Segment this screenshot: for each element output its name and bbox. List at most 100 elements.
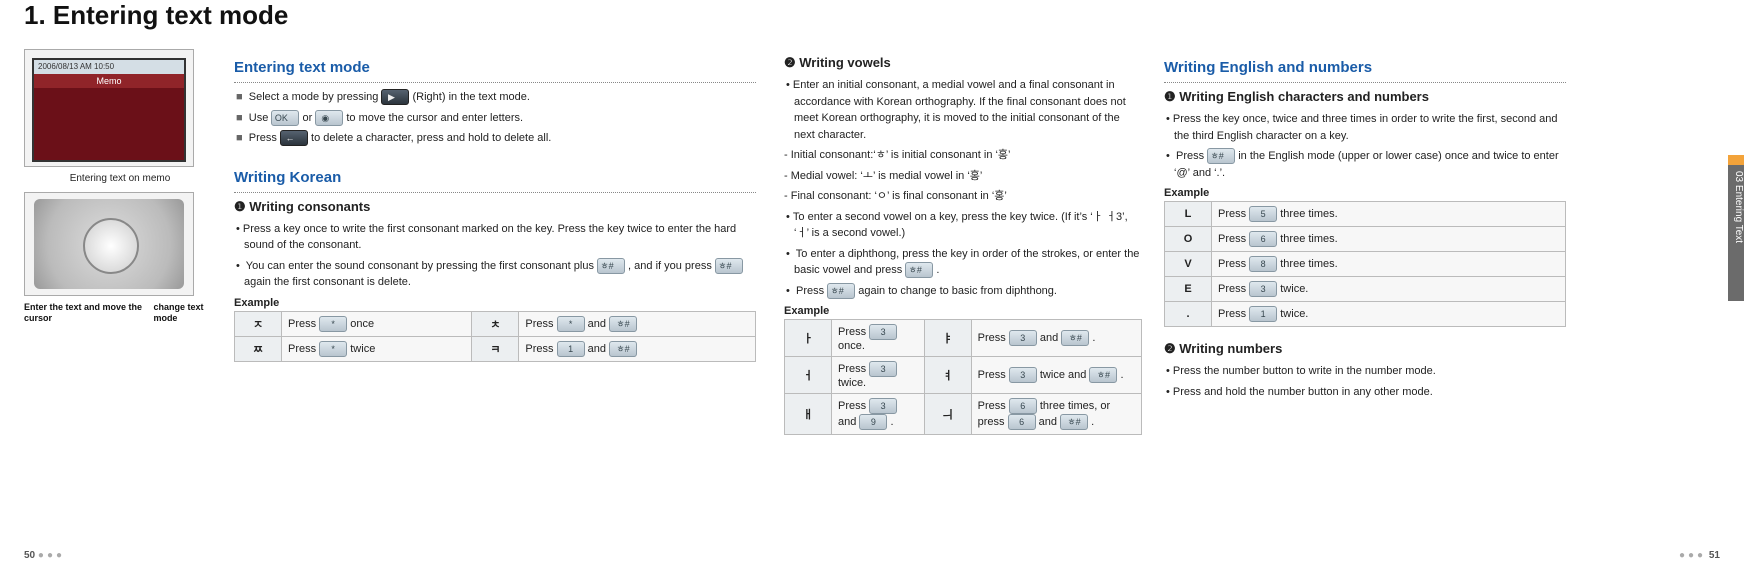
cell-char: ㅐ xyxy=(785,394,832,435)
cell-char: ㅕ xyxy=(924,357,971,394)
cell-char: . xyxy=(1165,302,1212,327)
cell-desc: Press 8 three times. xyxy=(1212,252,1566,277)
cell-char: ㅋ xyxy=(472,336,519,361)
text-fragment: three times. xyxy=(1277,258,1338,270)
dots-icon: ●●● xyxy=(1679,550,1706,561)
dots-icon: ●●● xyxy=(38,550,65,561)
phone-figure: 2006/08/13 AM 10:50 Memo xyxy=(24,49,194,167)
cell-desc: Press 6 three times. xyxy=(1212,227,1566,252)
table-row: EPress 3 twice. xyxy=(1165,277,1566,302)
three-key-icon: 3 xyxy=(869,361,897,377)
three-key-icon: 3 xyxy=(1249,281,1277,297)
three-key-icon: 3 xyxy=(1009,330,1037,346)
nine-key-icon: 9 xyxy=(859,414,887,430)
text-fragment: twice. xyxy=(1277,283,1308,295)
text-fragment: . xyxy=(933,264,939,276)
text-fragment: To enter a diphthong, press the key in o… xyxy=(794,248,1139,277)
english-example-table: LPress 5 three times. OPress 6 three tim… xyxy=(1164,201,1566,327)
example-label: Example xyxy=(234,297,756,309)
hash-key-icon: ㅎ# xyxy=(905,262,933,278)
cell-desc: Press 3 twice and ㅎ# . xyxy=(971,357,1141,394)
col-korean: Entering text mode Select a mode by pres… xyxy=(234,49,784,565)
text-fragment: Press xyxy=(249,132,280,144)
table-row: .Press 1 twice. xyxy=(1165,302,1566,327)
five-key-icon: 5 xyxy=(1249,206,1277,222)
three-key-icon: 3 xyxy=(869,398,897,414)
vow-p2: To enter a second vowel on a key, press … xyxy=(784,209,1142,242)
hash-key-icon: ㅎ# xyxy=(609,341,637,357)
dpad-figure xyxy=(24,192,194,296)
text-fragment: Press xyxy=(1218,283,1249,295)
text-fragment: twice xyxy=(347,342,375,354)
cell-desc: Press 6 three times, or press 6 and ㅎ# . xyxy=(971,394,1141,435)
text-fragment: Press xyxy=(978,332,1009,344)
col-vowels: ❷ Writing vowels Enter an initial conson… xyxy=(784,49,1164,565)
dpad-caption: Enter the text and move the cursor chang… xyxy=(24,302,216,324)
hash-key-icon: ㅎ# xyxy=(1207,148,1235,164)
eight-key-icon: 8 xyxy=(1249,256,1277,272)
six-key-icon: 6 xyxy=(1009,398,1037,414)
vow-p3: To enter a diphthong, press the key in o… xyxy=(784,246,1142,279)
consonant-example-table: ㅈ Press * once ㅊ Press * and ㅎ# ㅉ Press … xyxy=(234,311,756,362)
text-fragment: Press xyxy=(525,342,556,354)
star-key-icon: * xyxy=(557,316,585,332)
text-fragment: again to change to basic from diphthong. xyxy=(855,285,1057,297)
dpad-caption-right: change text mode xyxy=(153,302,216,324)
cell-char: ㅏ xyxy=(785,320,832,357)
eng-p2: Press ㅎ# in the English mode (upper or l… xyxy=(1164,148,1566,181)
vow-p4: Press ㅎ# again to change to basic from d… xyxy=(784,283,1142,300)
text-fragment: Press xyxy=(1218,208,1249,220)
text-fragment: Press xyxy=(838,400,869,412)
page-num-right: ●●● 51 xyxy=(1679,550,1720,561)
text-fragment: Press xyxy=(838,326,869,338)
cell-desc: Press 5 three times. xyxy=(1212,202,1566,227)
text-fragment: and xyxy=(838,416,859,428)
three-key-icon: 3 xyxy=(1009,367,1037,383)
table-row: ㅓ Press 3 twice. ㅕ Press 3 twice and ㅎ# … xyxy=(785,357,1142,394)
example-label: Example xyxy=(784,305,1142,317)
vow-d1: - Initial consonant:‘ㅎ’ is initial conso… xyxy=(784,147,1142,164)
line-use-cursor: Use OK or ◉ to move the cursor and enter… xyxy=(234,110,756,127)
cell-char: ㅑ xyxy=(924,320,971,357)
cell-desc: Press 1 and ㅎ# xyxy=(519,336,756,361)
cell-desc: Press * twice xyxy=(282,336,472,361)
hash-key-icon: ㅎ# xyxy=(1089,367,1117,383)
hash-key-icon: ㅎ# xyxy=(715,258,743,274)
cell-desc: Press 3 twice. xyxy=(832,357,925,394)
text-fragment: once xyxy=(347,317,374,329)
dpad-caption-left: Enter the text and move the cursor xyxy=(24,302,145,324)
one-key-icon: 1 xyxy=(1249,306,1277,322)
heading-enter-text-mode: Entering text mode xyxy=(234,59,756,83)
star-key-icon: * xyxy=(319,341,347,357)
one-key-icon: 1 xyxy=(557,341,585,357)
vowel-example-table: ㅏ Press 3 once. ㅑ Press 3 and ㅎ# . ㅓ Pre… xyxy=(784,319,1142,435)
cell-desc: Press 1 twice. xyxy=(1212,302,1566,327)
cell-char: ㅈ xyxy=(235,311,282,336)
hash-key-icon: ㅎ# xyxy=(609,316,637,332)
text-fragment: Press xyxy=(1218,233,1249,245)
table-row: ㅈ Press * once ㅊ Press * and ㅎ# xyxy=(235,311,756,336)
eng-p1: Press the key once, twice and three time… xyxy=(1164,111,1566,144)
cell-desc: Press 3 once. xyxy=(832,320,925,357)
col-english: Writing English and numbers ❶ Writing En… xyxy=(1164,49,1574,565)
jog-key-icon: ◉ xyxy=(315,110,343,126)
line-select-mode: Select a mode by pressing ▶ (Right) in t… xyxy=(234,89,756,106)
footer: 50 ●●● ●●● 51 xyxy=(24,550,1720,561)
vow-d2: - Medial vowel: ‘ㅗ’ is medial vowel in ‘… xyxy=(784,168,1142,185)
cell-char: ㅓ xyxy=(785,357,832,394)
text-fragment: again the first consonant is delete. xyxy=(244,276,411,288)
cell-char: ㅊ xyxy=(472,311,519,336)
six-key-icon: 6 xyxy=(1249,231,1277,247)
text-fragment: twice. xyxy=(838,377,866,389)
text-fragment: . xyxy=(1117,369,1123,381)
cell-desc: Press 3 and 9 . xyxy=(832,394,925,435)
text-fragment: twice and xyxy=(1037,369,1090,381)
heading-writing-korean: Writing Korean xyxy=(234,169,756,193)
text-fragment: to move the cursor and enter letters. xyxy=(343,112,523,124)
cell-desc: Press 3 and ㅎ# . xyxy=(971,320,1141,357)
page-num-left: 50 ●●● xyxy=(24,550,65,561)
side-tab: 03 Entering Text xyxy=(1728,165,1744,301)
table-row: VPress 8 three times. xyxy=(1165,252,1566,277)
table-row: ㅐ Press 3 and 9 . ㅢ Press 6 three times,… xyxy=(785,394,1142,435)
hash-key-icon: ㅎ# xyxy=(827,283,855,299)
